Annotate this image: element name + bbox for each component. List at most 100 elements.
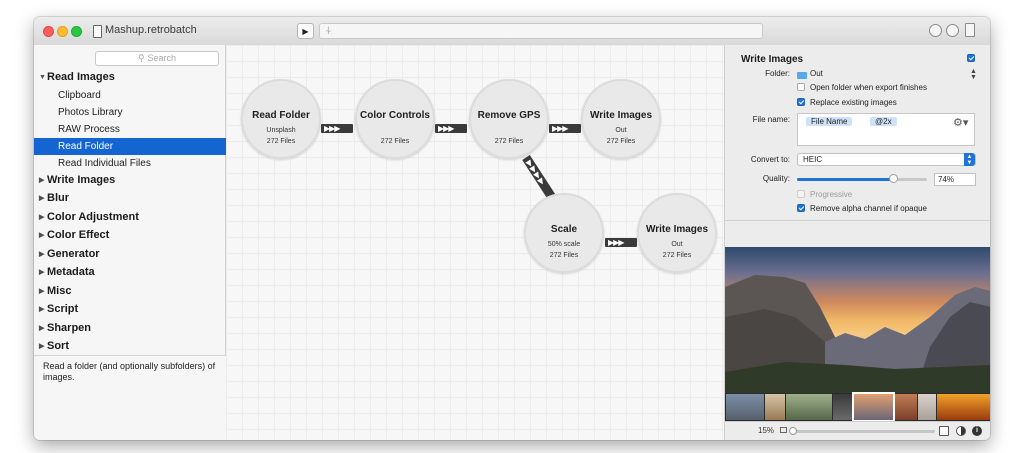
node-subtitle: Unsplash: [266, 127, 296, 134]
disclosure-closed-icon[interactable]: ▶: [39, 227, 44, 244]
minimize-window-button[interactable]: [57, 26, 68, 37]
group-blur[interactable]: ▶ Blur: [34, 190, 226, 207]
progressive-checkbox[interactable]: [797, 190, 805, 198]
disclosure-closed-icon[interactable]: ▶: [39, 190, 44, 207]
status-field: ⍭: [319, 23, 763, 39]
comment-icon[interactable]: [946, 24, 959, 37]
thumbnail[interactable]: [833, 394, 853, 420]
thumbnail[interactable]: [937, 394, 990, 420]
connector-gps-to-write[interactable]: ▶▶▶: [549, 124, 581, 133]
disclosure-closed-icon[interactable]: ▶: [39, 209, 44, 226]
close-window-button[interactable]: [43, 26, 54, 37]
node-enabled-checkbox[interactable]: [967, 54, 975, 62]
group-sort[interactable]: ▶ Sort: [34, 338, 226, 355]
disclosure-open-icon[interactable]: ▼: [39, 69, 46, 86]
disclosure-closed-icon[interactable]: ▶: [39, 338, 44, 355]
node-title: Remove GPS: [477, 110, 541, 121]
disclosure-closed-icon[interactable]: ▶: [39, 301, 44, 318]
group-sharpen[interactable]: ▶ Sharpen: [34, 320, 226, 337]
inspector-toggle-icon[interactable]: [965, 23, 975, 37]
node-read-folder[interactable]: Read Folder Unsplash 272 Files: [241, 79, 321, 159]
open-folder-checkbox[interactable]: [797, 83, 805, 91]
zoom-slider[interactable]: [789, 427, 935, 435]
remove-alpha-label: Remove alpha channel if opaque: [810, 204, 927, 213]
disclosure-closed-icon[interactable]: ▶: [39, 283, 44, 300]
remove-alpha-checkbox[interactable]: [797, 204, 805, 212]
thumbnail-selected[interactable]: [852, 392, 895, 422]
replace-existing-checkbox[interactable]: [797, 98, 805, 106]
group-write-images[interactable]: ▶ Write Images: [34, 172, 226, 189]
folder-popup[interactable]: Out: [810, 69, 823, 78]
node-file-count: 272 Files: [266, 138, 296, 145]
filename-field[interactable]: File Name @2x: [797, 113, 975, 146]
group-misc[interactable]: ▶ Misc: [34, 283, 226, 300]
node-file-count: 272 Files: [549, 252, 579, 259]
small-image-icon: [780, 427, 787, 433]
quality-field[interactable]: 74%: [934, 173, 976, 186]
workflow-canvas[interactable]: ▶▶▶ ▶▶▶ ▶▶▶ ▶▶▶▶ ▶▶▶ Read Folder Unsplas…: [226, 45, 724, 440]
disclosure-closed-icon[interactable]: ▶: [39, 264, 44, 281]
convert-to-label: Convert to:: [750, 155, 790, 164]
node-subtitle: Out: [615, 127, 627, 134]
item-label: Photos Library: [58, 107, 123, 118]
group-metadata[interactable]: ▶ Metadata: [34, 264, 226, 281]
title-bar: Mashup.retrobatch ▶ ⍭: [34, 17, 990, 46]
thumbnail[interactable]: [765, 394, 785, 420]
node-color-controls[interactable]: Color Controls 272 Files: [355, 79, 435, 159]
app-window: Mashup.retrobatch ▶ ⍭ ⚲ Search ▼ Read Ima…: [34, 17, 990, 440]
item-clipboard[interactable]: Clipboard: [34, 87, 226, 104]
search-field[interactable]: ⚲ Search: [95, 51, 219, 66]
item-photos-library[interactable]: Photos Library: [34, 104, 226, 121]
group-label: Color Adjustment: [47, 211, 139, 223]
group-generator[interactable]: ▶ Generator: [34, 246, 226, 263]
fit-image-icon[interactable]: [939, 426, 949, 436]
thumbnail[interactable]: [918, 394, 936, 420]
connector-scale-to-write[interactable]: ▶▶▶: [605, 238, 637, 247]
group-color-adjustment[interactable]: ▶ Color Adjustment: [34, 209, 226, 226]
run-button[interactable]: ▶: [297, 23, 314, 39]
item-raw-process[interactable]: RAW Process: [34, 121, 226, 138]
preview-toggle-icon[interactable]: [929, 24, 942, 37]
info-icon[interactable]: i: [972, 426, 982, 436]
inspector-title: Write Images: [741, 54, 804, 65]
format-value: HEIC: [803, 155, 823, 164]
folder-popup-arrows-icon[interactable]: ▲ ▼: [970, 68, 977, 81]
item-read-individual-files[interactable]: Read Individual Files: [34, 155, 226, 172]
group-label: Read Images: [47, 71, 115, 83]
group-script[interactable]: ▶ Script: [34, 301, 226, 318]
item-read-folder[interactable]: Read Folder: [34, 138, 226, 155]
suffix-token[interactable]: @2x: [870, 117, 897, 126]
gear-icon[interactable]: ⚙▾: [953, 116, 968, 129]
filename-token[interactable]: File Name: [806, 117, 853, 126]
search-icon: ⚲: [137, 53, 145, 63]
zoom-window-button[interactable]: [71, 26, 82, 37]
zoom-slider-knob[interactable]: [789, 427, 797, 435]
disclosure-closed-icon[interactable]: ▶: [39, 320, 44, 337]
group-read-images[interactable]: ▼ Read Images: [34, 69, 226, 86]
thumbnail[interactable]: [726, 394, 764, 420]
select-arrows-icon: ▲ ▼: [964, 153, 975, 166]
connector-gps-to-scale[interactable]: ▶▶▶▶: [522, 155, 556, 201]
node-subtitle: Out: [671, 241, 683, 248]
group-label: Generator: [47, 248, 100, 260]
group-color-effect[interactable]: ▶ Color Effect: [34, 227, 226, 244]
format-select[interactable]: HEIC ▲ ▼: [797, 153, 976, 166]
thumbnail[interactable]: [895, 394, 917, 420]
connector-color-to-gps[interactable]: ▶▶▶: [435, 124, 467, 133]
quality-slider-knob[interactable]: [889, 174, 899, 183]
disclosure-closed-icon[interactable]: ▶: [39, 172, 44, 189]
node-remove-gps[interactable]: Remove GPS 272 Files: [469, 79, 549, 159]
thumbnail[interactable]: [786, 394, 832, 420]
node-description-panel: Read a folder (and optionally subfolders…: [34, 355, 226, 440]
disclosure-closed-icon[interactable]: ▶: [39, 246, 44, 263]
node-scale[interactable]: Scale 50% scale 272 Files: [524, 193, 604, 273]
folder-label: Folder:: [765, 69, 790, 78]
node-write-images-scaled[interactable]: Write Images Out 272 Files: [637, 193, 717, 273]
node-title: Write Images: [589, 110, 653, 121]
quality-slider[interactable]: [797, 174, 927, 183]
compare-icon[interactable]: [956, 426, 966, 436]
node-write-images[interactable]: Write Images Out 272 Files: [581, 79, 661, 159]
connector-read-to-color[interactable]: ▶▶▶: [321, 124, 353, 133]
node-file-count: 272 Files: [662, 252, 692, 259]
node-description: Read a folder (and optionally subfolders…: [43, 361, 216, 382]
